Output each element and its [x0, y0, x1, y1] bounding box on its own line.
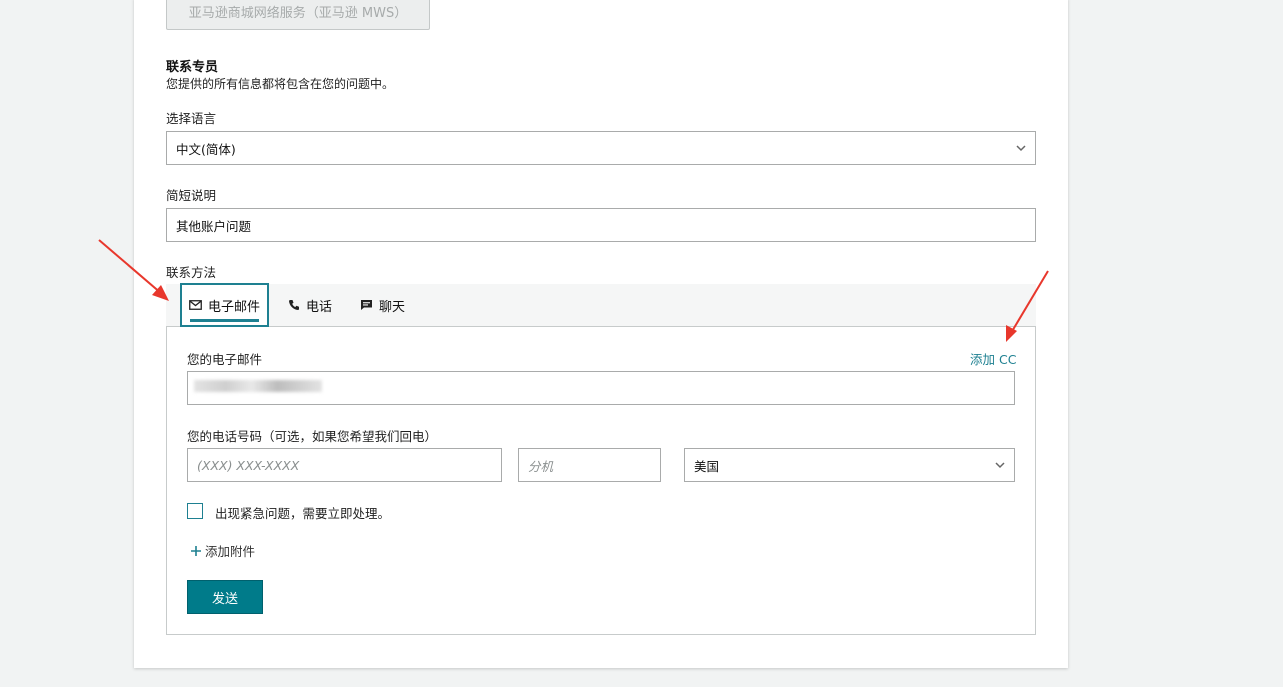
- annotation-arrow-left: [98, 239, 169, 301]
- annotation-arrow-right: [1006, 270, 1049, 342]
- annotation-arrows: [98, 239, 1049, 342]
